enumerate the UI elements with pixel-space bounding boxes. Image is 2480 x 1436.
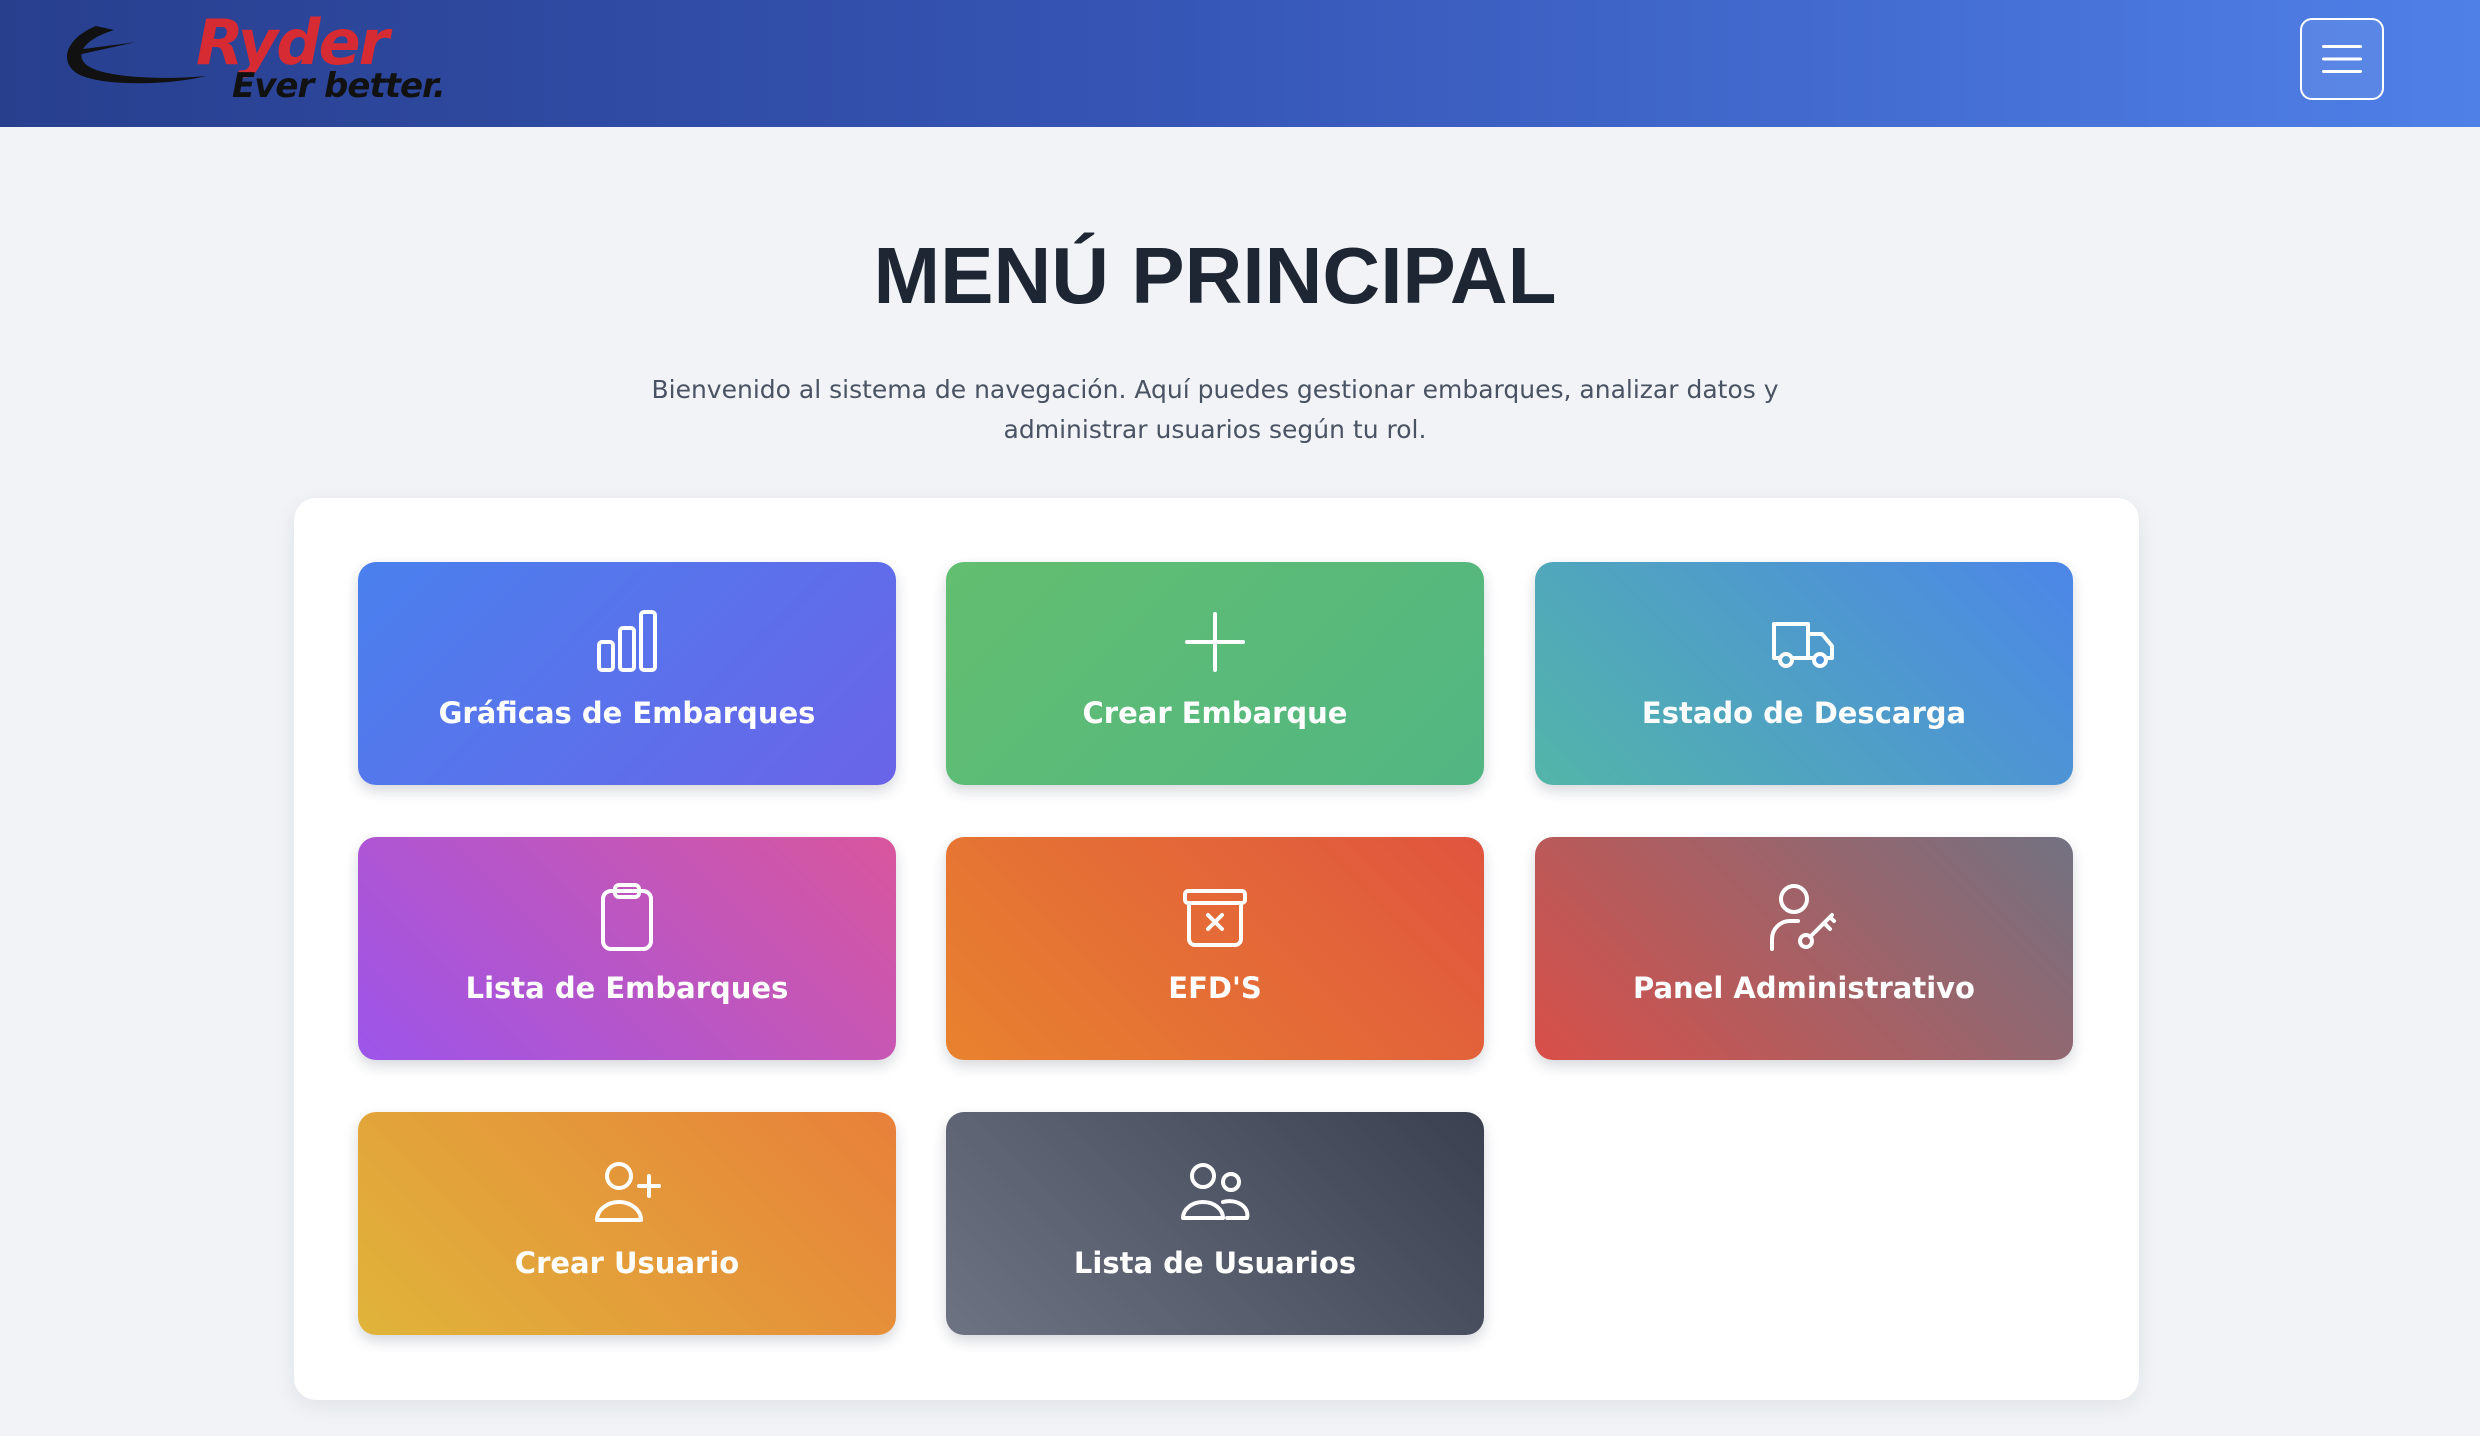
logo-brand-text: Ryder bbox=[196, 6, 389, 79]
bar-chart-icon bbox=[591, 606, 663, 678]
card-label: Panel Administrativo bbox=[1633, 971, 1975, 1005]
card-label: Crear Usuario bbox=[514, 1246, 740, 1280]
intro-text: Bienvenido al sistema de navegación. Aqu… bbox=[651, 375, 1779, 444]
card-label: Crear Embarque bbox=[1082, 696, 1348, 730]
ryder-logo[interactable]: Ryder Ever better. bbox=[56, 6, 446, 112]
menu-panel: Gráficas de Embarques Crear Embarque Est… bbox=[294, 498, 2139, 1400]
page-title: MENÚ PRINCIPAL bbox=[873, 231, 1557, 320]
menu-toggle-button[interactable] bbox=[2300, 18, 2384, 100]
card-graficas-embarques[interactable]: Gráficas de Embarques bbox=[358, 562, 896, 785]
card-label: Lista de Embarques bbox=[465, 971, 789, 1005]
clipboard-icon bbox=[591, 881, 663, 953]
users-icon bbox=[1179, 1156, 1251, 1228]
card-label: EFD'S bbox=[1168, 971, 1262, 1005]
card-label: Lista de Usuarios bbox=[1073, 1246, 1357, 1280]
card-estado-descarga[interactable]: Estado de Descarga bbox=[1535, 562, 2073, 785]
logo-tagline-text: Ever better. bbox=[232, 66, 446, 106]
card-crear-usuario[interactable]: Crear Usuario bbox=[358, 1112, 896, 1335]
user-plus-icon bbox=[591, 1156, 663, 1228]
top-navbar: Ryder Ever better. bbox=[0, 0, 2480, 127]
card-crear-embarque[interactable]: Crear Embarque bbox=[946, 562, 1484, 785]
card-lista-embarques[interactable]: Lista de Embarques bbox=[358, 837, 896, 1060]
card-lista-usuarios[interactable]: Lista de Usuarios bbox=[946, 1112, 1484, 1335]
card-label: Gráficas de Embarques bbox=[438, 696, 816, 730]
plus-icon bbox=[1179, 606, 1251, 678]
card-label: Estado de Descarga bbox=[1641, 696, 1967, 730]
truck-icon bbox=[1768, 606, 1840, 678]
card-panel-administrativo[interactable]: Panel Administrativo bbox=[1535, 837, 2073, 1060]
hamburger-menu-icon bbox=[2322, 45, 2362, 73]
user-key-icon bbox=[1768, 881, 1840, 953]
archive-x-icon bbox=[1179, 881, 1251, 953]
card-efds[interactable]: EFD'S bbox=[946, 837, 1484, 1060]
